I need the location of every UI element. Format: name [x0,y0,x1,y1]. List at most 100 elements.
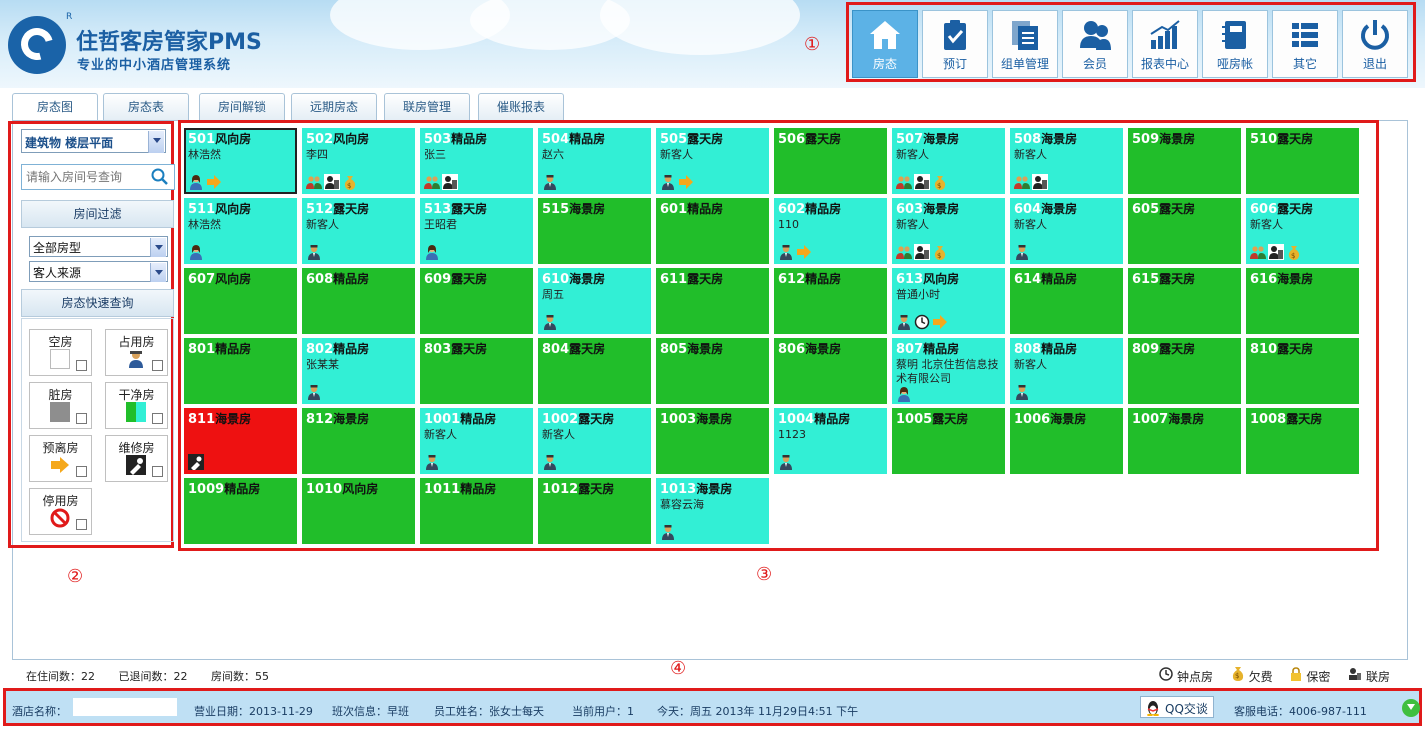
search-icon[interactable] [151,168,169,186]
toolbar-home-button[interactable]: 房态 [852,10,918,78]
room-tile[interactable]: 505露天房 新客人 [656,128,769,194]
room-tile[interactable]: 506露天房 [774,128,887,194]
room-tile[interactable]: 806海景房 [774,338,887,404]
room-tile[interactable]: 802精品房 张某某 [302,338,415,404]
tab-future-status[interactable]: 远期房态 [291,93,377,120]
legend-dirty[interactable]: 脏房 [29,382,92,429]
room-tile[interactable]: 811海景房 [184,408,297,474]
room-tile[interactable]: 607风向房 [184,268,297,334]
room-tile[interactable]: 801精品房 [184,338,297,404]
room-tile[interactable]: 509海景房 [1128,128,1241,194]
room-tile[interactable]: 1002露天房 新客人 [538,408,651,474]
legend-checkbox[interactable] [152,360,163,371]
room-tile[interactable]: 605露天房 [1128,198,1241,264]
room-tile[interactable]: 805海景房 [656,338,769,404]
room-tile[interactable]: 602精品房 110 [774,198,887,264]
room-tile[interactable]: 1012露天房 [538,478,651,544]
tab-collection-report[interactable]: 催账报表 [478,93,564,120]
room-tile[interactable]: 803露天房 [420,338,533,404]
legend-clean[interactable]: 干净房 [105,382,168,429]
room-stats: 在住间数：22 已退间数：22 房间数：55 [26,668,289,684]
room-title: 507海景房 [896,130,959,147]
tab-room-status-table[interactable]: 房态表 [103,93,189,120]
toolbar-dummy-account-button[interactable]: 哑房帐 [1202,10,1268,78]
legend-empty[interactable]: 空房 [29,329,92,376]
room-number: 1011 [424,482,461,497]
room-tile[interactable]: 513露天房 王昭君 [420,198,533,264]
legend-checkbox[interactable] [76,360,87,371]
legend-due-out[interactable]: 预离房 [29,435,92,482]
room-tile[interactable]: 612精品房 [774,268,887,334]
room-tile[interactable]: 807精品房 蔡明 北京住哲信息技术有限公司 [892,338,1005,404]
toolbar-report-button[interactable]: 报表中心 [1132,10,1198,78]
legend-repair[interactable]: 维修房 [105,435,168,482]
room-tile[interactable]: 507海景房 新客人 $ [892,128,1005,194]
room-tile[interactable]: 804露天房 [538,338,651,404]
room-title: 603海景房 [896,200,959,217]
room-tile[interactable]: 1008露天房 [1246,408,1359,474]
toolbar-booking-button[interactable]: 预订 [922,10,988,78]
room-tile[interactable]: 616海景房 [1246,268,1359,334]
tab-room-unlock[interactable]: 房间解锁 [199,93,285,120]
room-tile[interactable]: 1005露天房 [892,408,1005,474]
qq-chat-button[interactable]: QQ交谈 [1140,696,1214,718]
room-tile[interactable]: 610海景房 周五 [538,268,651,334]
room-tile[interactable]: 502风向房 李四 $ [302,128,415,194]
male-guest-icon [660,174,676,190]
toolbar-member-button[interactable]: 会员 [1062,10,1128,78]
room-tile[interactable]: 511风向房 林浩然 [184,198,297,264]
room-type-select[interactable]: 全部房型 [29,236,168,257]
legend-checkbox[interactable] [152,466,163,477]
room-tile[interactable]: 809露天房 [1128,338,1241,404]
room-tile[interactable]: 601精品房 [656,198,769,264]
room-tile[interactable]: 1009精品房 [184,478,297,544]
toolbar-group-button[interactable]: 组单管理 [992,10,1058,78]
room-tile[interactable]: 1013海景房 慕容云海 [656,478,769,544]
legend-checkbox[interactable] [152,413,163,424]
room-tile[interactable]: 510露天房 [1246,128,1359,194]
room-tile[interactable]: 812海景房 [302,408,415,474]
qq-penguin-icon [1147,701,1159,716]
room-tile[interactable]: 1011精品房 [420,478,533,544]
group-guest-icon [1014,174,1030,190]
room-tile[interactable]: 615露天房 [1128,268,1241,334]
room-tile[interactable]: 611露天房 [656,268,769,334]
room-tile[interactable]: 609露天房 [420,268,533,334]
room-tile[interactable]: 608精品房 [302,268,415,334]
room-tile[interactable]: 1006海景房 [1010,408,1123,474]
room-tile[interactable]: 508海景房 新客人 [1010,128,1123,194]
room-tile[interactable]: 1004精品房 1123 [774,408,887,474]
legend-checkbox[interactable] [76,466,87,477]
room-tile[interactable]: 613风向房 普通小时 [892,268,1005,334]
room-tile[interactable]: 1001精品房 新客人 [420,408,533,474]
lock-icon [1291,667,1302,681]
room-tile[interactable]: 512露天房 新客人 [302,198,415,264]
room-tile[interactable]: 810露天房 [1246,338,1359,404]
room-tile[interactable]: 603海景房 新客人 $ [892,198,1005,264]
download-icon[interactable] [1402,699,1420,717]
room-tile[interactable]: 501风向房 林浩然 [184,128,297,194]
legend-checkbox[interactable] [76,519,87,530]
legend-occupied[interactable]: 占用房 [105,329,168,376]
legend-label: 联房 [1365,670,1390,684]
room-tile[interactable]: 808精品房 新客人 [1010,338,1123,404]
room-tile[interactable]: 606露天房 新客人 $ [1246,198,1359,264]
guest-source-select[interactable]: 客人来源 [29,261,168,282]
room-tile[interactable]: 1003海景房 [656,408,769,474]
svg-text:$: $ [1291,252,1295,260]
legend-disabled[interactable]: 停用房 [29,488,92,535]
room-tile[interactable]: 503精品房 张三 [420,128,533,194]
room-tile[interactable]: 504精品房 赵六 [538,128,651,194]
room-tile[interactable]: 515海景房 [538,198,651,264]
legend-checkbox[interactable] [76,413,87,424]
building-floor-select[interactable]: 建筑物 楼层平面 [21,129,166,153]
toolbar-logout-button[interactable]: 退出 [1342,10,1408,78]
room-tile[interactable]: 1007海景房 [1128,408,1241,474]
toolbar-other-button[interactable]: 其它 [1272,10,1338,78]
room-search-input[interactable] [26,168,146,186]
room-tile[interactable]: 604海景房 新客人 [1010,198,1123,264]
room-tile[interactable]: 1010风向房 [302,478,415,544]
tab-room-status-map[interactable]: 房态图 [12,93,98,121]
tab-linked-rooms[interactable]: 联房管理 [384,93,470,120]
room-tile[interactable]: 614精品房 [1010,268,1123,334]
